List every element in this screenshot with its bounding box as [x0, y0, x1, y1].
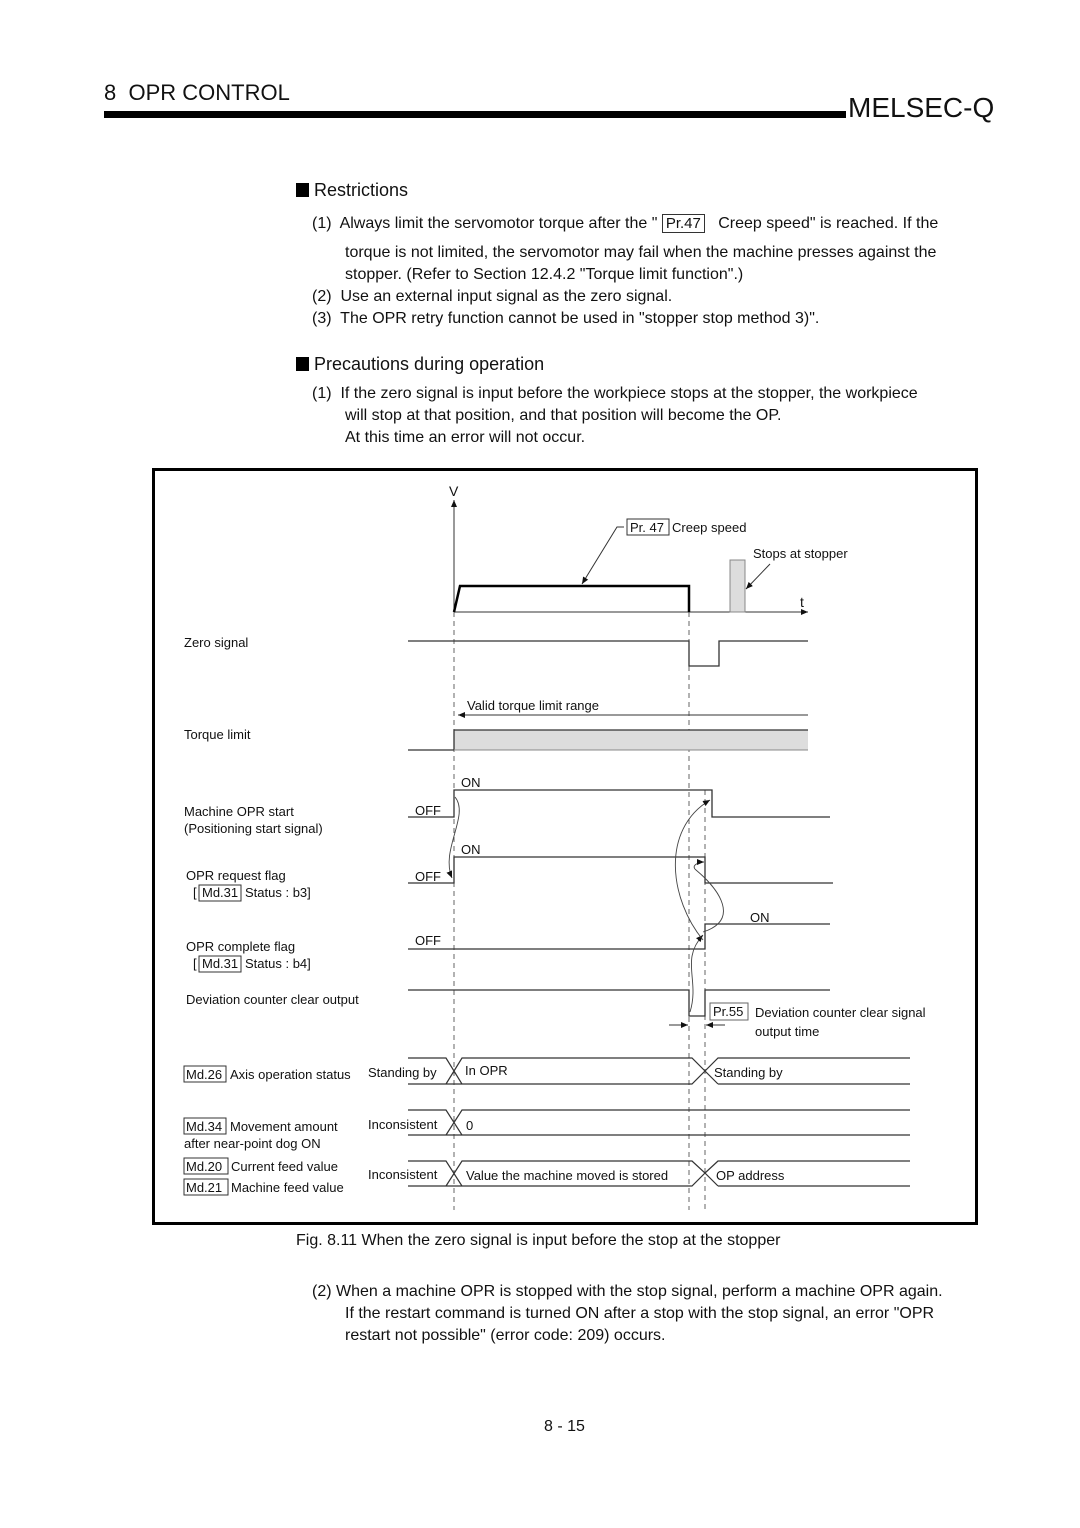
opr-complete-waveform — [408, 923, 830, 950]
causal-arrow-2 — [689, 934, 704, 1013]
dev-note-1: Deviation counter clear signal — [755, 1005, 926, 1020]
opr-request-on: ON — [461, 842, 481, 857]
precaution-item-2-line3: restart not possible" (error code: 209) … — [345, 1327, 666, 1344]
opr-complete-param: Md.31 — [202, 956, 238, 971]
item-number: (2) — [312, 1283, 332, 1300]
page-number: 8 - 15 — [544, 1418, 585, 1435]
creep-speed-profile — [452, 584, 691, 613]
torque-limit-label: Torque limit — [184, 727, 251, 742]
diagram-mark: [ — [193, 885, 197, 900]
move-bus — [408, 1109, 910, 1136]
stopper-label: Stops at stopper — [753, 546, 848, 561]
feed-value-0: Inconsistent — [368, 1167, 438, 1182]
dev-param: Pr.55 — [713, 1004, 743, 1019]
v-axis-label: V — [449, 483, 459, 499]
axis-value-2: Standing by — [714, 1065, 783, 1080]
valid-torque-label: Valid torque limit range — [467, 698, 599, 713]
figure-caption: Fig. 8.11 When the zero signal is input … — [296, 1232, 781, 1249]
creep-label: Creep speed — [672, 520, 746, 535]
creep-leader — [581, 526, 624, 585]
opr-request-off: OFF — [415, 869, 441, 884]
feed-param-1: Md.20 — [186, 1159, 222, 1174]
opr-complete-on: ON — [750, 910, 770, 925]
stopper-leader — [745, 563, 771, 590]
feed-param-2: Md.21 — [186, 1180, 222, 1195]
opr-start-off: OFF — [415, 803, 441, 818]
precaution-item-2-line2: If the restart command is turned ON afte… — [345, 1305, 935, 1322]
causal-arrow-3 — [693, 859, 724, 933]
feed-label-1: Current feed value — [231, 1159, 338, 1174]
t-axis-label: t — [800, 594, 804, 610]
item-text: When a machine OPR is stopped with the s… — [336, 1283, 943, 1300]
zero-signal-waveform — [408, 640, 808, 667]
opr-complete-status: Status : b4] — [245, 956, 311, 971]
move-value-1: 0 — [466, 1118, 473, 1133]
move-param: Md.34 — [186, 1119, 222, 1134]
axis-value-1: In OPR — [465, 1063, 508, 1078]
opr-start-label: Machine OPR start — [184, 804, 294, 819]
opr-request-param: Md.31 — [202, 885, 238, 900]
opr-complete-label: OPR complete flag — [186, 939, 295, 954]
move-value-0: Inconsistent — [368, 1117, 438, 1132]
zero-signal-label: Zero signal — [184, 635, 248, 650]
stopper-block — [729, 559, 746, 613]
opr-request-status: Status : b3] — [245, 885, 311, 900]
opr-request-waveform — [408, 856, 833, 884]
feed-label-2: Machine feed value — [231, 1180, 344, 1195]
feed-value-2: OP address — [716, 1168, 785, 1183]
move-label-2: after near-point dog ON — [184, 1136, 321, 1151]
axis-param: Md.26 — [186, 1067, 222, 1082]
opr-request-label: OPR request flag — [186, 868, 286, 883]
opr-complete-off: OFF — [415, 933, 441, 948]
axis-value-0: Standing by — [368, 1065, 437, 1080]
opr-start-label-2: (Positioning start signal) — [184, 821, 323, 836]
precaution-item-2: (2) When a machine OPR is stopped with t… — [312, 1281, 943, 1303]
diagram-mark: [ — [193, 956, 197, 971]
torque-limit-fill — [454, 730, 808, 750]
creep-param: Pr. 47 — [630, 520, 664, 535]
feed-value-1: Value the machine moved is stored — [466, 1168, 668, 1183]
dev-note-2: output time — [755, 1024, 819, 1039]
move-label-1: Movement amount — [230, 1119, 338, 1134]
opr-start-on: ON — [461, 775, 481, 790]
dev-clear-label: Deviation counter clear output — [186, 992, 359, 1007]
opr-start-waveform — [408, 789, 830, 818]
axis-label: Axis operation status — [230, 1067, 351, 1082]
